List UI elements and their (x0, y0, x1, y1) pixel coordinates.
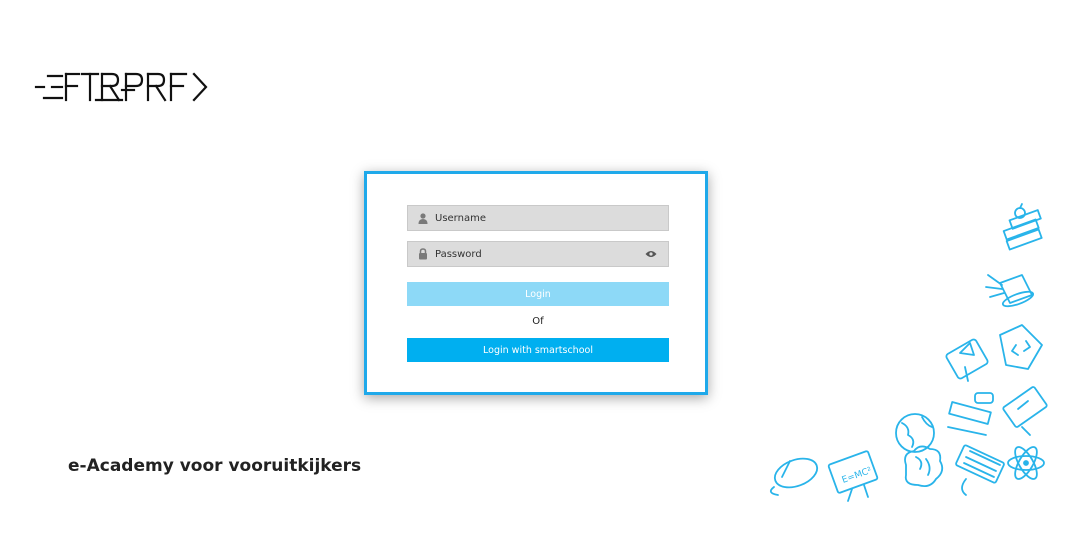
password-field[interactable] (407, 241, 669, 267)
smartschool-login-button[interactable]: Login with smartschool (407, 338, 669, 362)
atom-icon (1007, 446, 1045, 480)
login-card: Login Of Login with smartschool (364, 171, 708, 395)
username-input[interactable] (435, 212, 668, 224)
login-button[interactable]: Login (407, 282, 669, 306)
code-file-icon (999, 324, 1043, 370)
brain-icon (904, 445, 944, 488)
username-field[interactable] (407, 205, 669, 231)
magic-hat-icon (985, 274, 1035, 308)
mouse-icon (769, 457, 819, 496)
lock-icon (417, 248, 429, 260)
tagline: e-Academy voor vooruitkijkers (68, 456, 362, 476)
keyboard-icon (955, 444, 1005, 496)
password-input[interactable] (435, 248, 644, 260)
ruler-pencil-icon (947, 392, 994, 436)
user-icon (417, 212, 429, 224)
rocket-tablet-icon (945, 338, 989, 382)
books-apple-icon (1002, 203, 1043, 251)
or-separator: Of (532, 316, 544, 327)
globe-icon (895, 413, 935, 453)
ftrprf-logo (34, 68, 210, 106)
eye-icon[interactable] (644, 247, 658, 261)
education-icons-illustration: E=MC² (760, 195, 1073, 525)
emc2-board-icon: E=MC² (827, 450, 879, 502)
monitor-icon (1002, 386, 1048, 436)
